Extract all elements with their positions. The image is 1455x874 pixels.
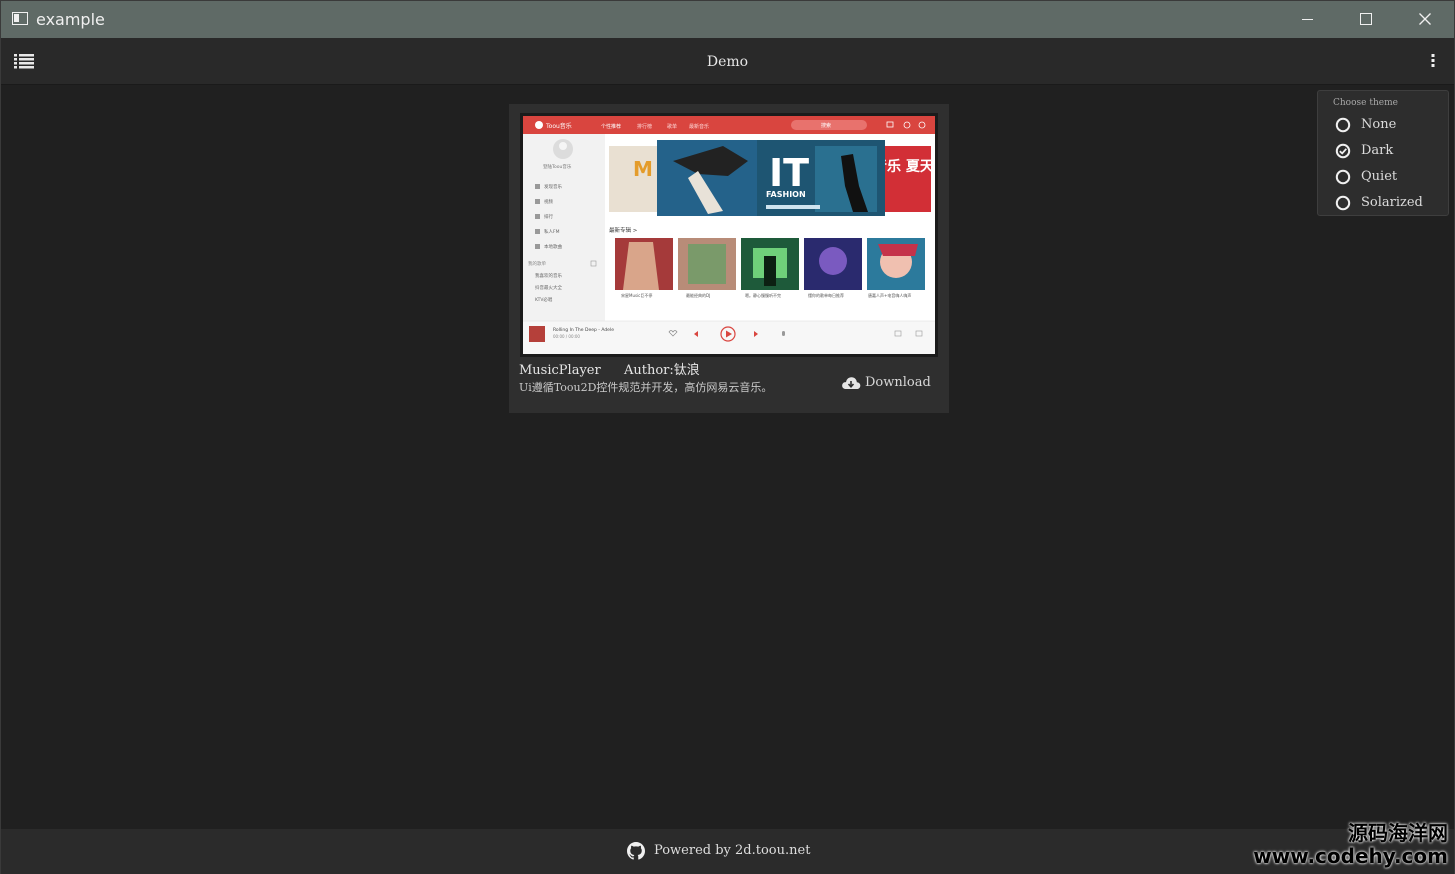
close-icon [1419,13,1431,25]
powered-by-text: Powered by 2d.toou.net [654,843,811,858]
svg-text:唐嘉人声+电音嗨人嗨声: 唐嘉人声+电音嗨人嗨声 [868,292,911,298]
radio-unchecked-icon [1335,195,1351,211]
app-window-icon [12,12,28,25]
download-button[interactable]: Download [841,374,931,392]
theme-option-quiet[interactable]: Quiet [1335,167,1445,187]
window-titlebar[interactable]: example [1,1,1454,38]
svg-text:我的歌单: 我的歌单 [528,260,546,267]
github-icon [627,842,645,860]
theme-menu: Choose theme None Dark Quiet Solarized [1317,90,1449,216]
powered-by-link[interactable]: Powered by 2d.toou.net [627,842,810,860]
theme-option-label: None [1361,117,1397,132]
theme-option-none[interactable]: None [1335,115,1445,135]
screenshot-now-playing: Rolling In The Deep - Adele [553,327,614,333]
svg-text:KTV必唱: KTV必唱 [535,296,553,303]
close-button[interactable] [1396,1,1454,38]
radio-unchecked-icon [1335,117,1351,133]
svg-text:宋星Music巨不停: 宋星Music巨不停 [621,292,652,298]
theme-option-label: Dark [1361,143,1394,158]
screenshot-banner-big: IT [769,151,809,195]
cloud-download-icon [842,377,861,389]
watermark-cn: 源码海洋网 [1348,821,1448,845]
screenshot-brand: Toou音乐 [545,122,572,130]
window-title: example [36,10,105,29]
screenshot-sidebar-user: 登陆Toou音乐 [543,163,572,170]
theme-option-solarized[interactable]: Solarized [1335,193,1445,213]
theme-menu-title: Choose theme [1333,98,1398,108]
page-title: Demo [706,54,749,70]
project-name: MusicPlayer [519,363,601,378]
watermark: 源码海洋网 www.codehy.com [1253,821,1448,867]
radio-checked-icon [1335,143,1351,159]
screenshot-nav-3: 最新音乐 [689,123,709,130]
project-author: Author:钛浪 [624,363,700,378]
footer: Powered by 2d.toou.net [1,829,1454,874]
screenshot-time: 00:00 / 00:00 [553,334,580,339]
app-window: example Demo Toou音乐 个性推荐 排行榜 歌单 最新音乐 搜索 … [0,0,1455,874]
screenshot-search: 搜索 [821,122,831,129]
screenshot-nav-0: 个性推荐 [601,123,621,130]
more-vertical-icon[interactable] [1423,50,1443,72]
theme-option-label: Solarized [1361,195,1423,210]
screenshot-nav-2: 歌单 [667,123,677,130]
svg-text:嗯。静心慢慢听不完: 嗯。静心慢慢听不完 [745,292,781,298]
svg-text:懂你的歌单每日推荐: 懂你的歌单每日推荐 [808,292,844,298]
minimize-button[interactable] [1279,1,1337,38]
svg-text:视频: 视频 [544,198,553,205]
maximize-button[interactable] [1337,1,1395,38]
screenshot-section-title: 最新专辑 > [609,226,638,234]
svg-text:本地歌曲: 本地歌曲 [544,243,562,250]
screenshot-nav-1: 排行榜 [637,123,652,130]
download-label: Download [865,375,931,390]
svg-text:抖音最火大全: 抖音最火大全 [535,284,562,291]
svg-text:最能经典的DJ: 最能经典的DJ [686,292,710,298]
theme-option-label: Quiet [1361,169,1398,184]
theme-option-dark[interactable]: Dark [1335,141,1445,161]
app-header: Demo [1,38,1454,85]
svg-text:排行: 排行 [544,213,553,220]
app-screenshot[interactable]: Toou音乐 个性推荐 排行榜 歌单 最新音乐 搜索 登陆Toou音乐 发现音乐… [520,113,938,357]
watermark-url: www.codehy.com [1253,844,1448,868]
radio-unchecked-icon [1335,169,1351,185]
svg-text:发现音乐: 发现音乐 [544,183,562,190]
demo-card[interactable]: Toou音乐 个性推荐 排行榜 歌单 最新音乐 搜索 登陆Toou音乐 发现音乐… [509,104,949,413]
project-description: Ui遵循Toou2D控件规范并开发，高仿网易云音乐。 [519,381,773,394]
svg-text:私人FM: 私人FM [544,228,560,235]
svg-text:我喜欢的音乐: 我喜欢的音乐 [535,272,562,279]
screenshot-banner-sub: FASHION [766,190,806,199]
